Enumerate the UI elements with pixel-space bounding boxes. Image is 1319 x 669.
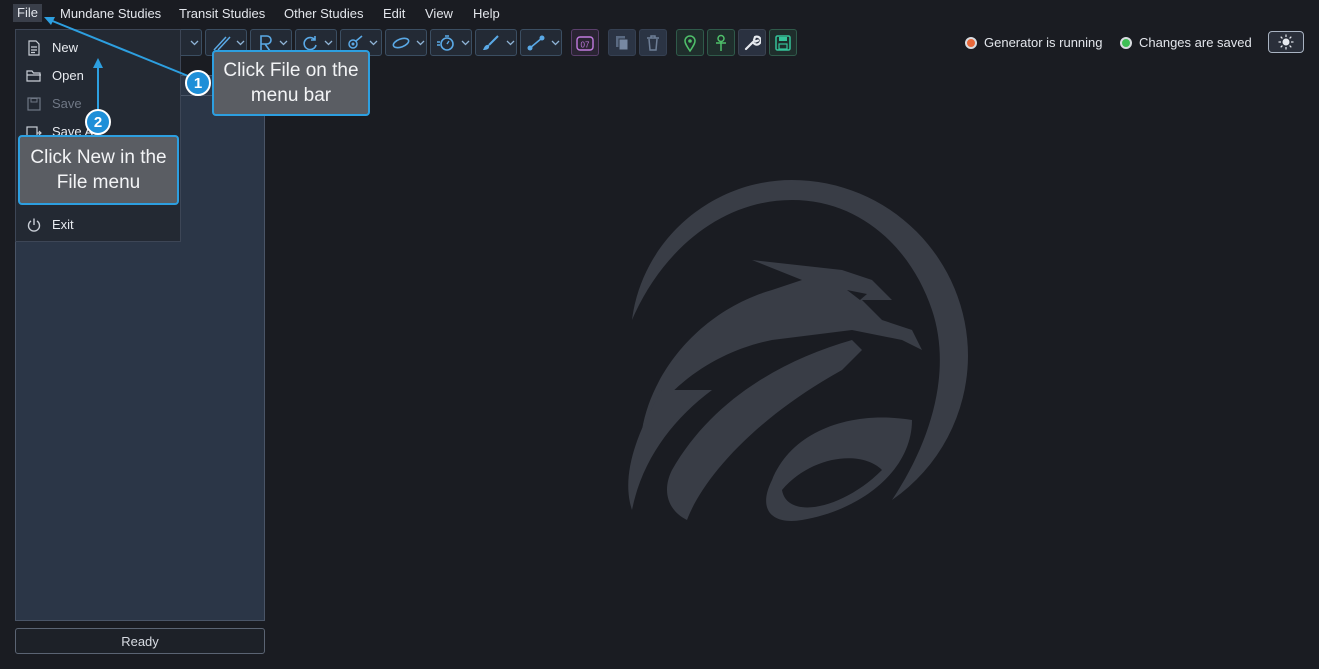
stopwatch-icon (437, 34, 454, 51)
toolbar-ankh-button[interactable] (707, 29, 735, 56)
menu-view[interactable]: View (425, 6, 453, 21)
file-menu-open-label: Open (52, 68, 84, 83)
menu-edit[interactable]: Edit (383, 6, 405, 21)
target-icon (348, 34, 363, 49)
toolbar-save-button[interactable] (769, 29, 797, 56)
chevron-down-icon (236, 40, 245, 45)
chevron-down-icon (324, 40, 333, 45)
wrench-icon (744, 35, 761, 50)
file-menu-save-label: Save (52, 96, 82, 111)
menu-transit-studies[interactable]: Transit Studies (179, 6, 265, 21)
ankh-icon (716, 34, 726, 51)
generator-status: Generator is running (965, 35, 1103, 50)
sun-icon (1278, 34, 1294, 50)
chevron-down-icon (506, 40, 515, 45)
toolbar-brush-button[interactable] (475, 29, 517, 56)
generator-status-icon (965, 36, 977, 49)
file-menu-new-label: New (52, 40, 79, 55)
power-icon (27, 218, 41, 232)
toolbar-settings-button[interactable] (738, 29, 766, 56)
changes-status: Changes are saved (1120, 35, 1252, 50)
file-menu-exit-label: Exit (52, 217, 74, 232)
chevron-down-icon (416, 40, 425, 45)
node-link-icon (527, 35, 545, 50)
toolbar-timer-button[interactable] (430, 29, 472, 56)
toolbar-location-button[interactable] (676, 29, 704, 56)
menu-file[interactable]: File (13, 4, 42, 22)
file-menu-exit[interactable]: Exit (16, 213, 180, 235)
chevron-down-icon (551, 40, 560, 45)
chevron-down-icon (461, 40, 470, 45)
copy-icon (616, 35, 629, 50)
changes-status-icon (1120, 36, 1132, 49)
changes-status-label: Changes are saved (1139, 35, 1252, 50)
theme-toggle-button[interactable] (1268, 31, 1304, 53)
brush-icon (483, 34, 499, 50)
menu-other-studies[interactable]: Other Studies (284, 6, 364, 21)
chevron-down-icon (369, 40, 378, 45)
callout-step-1: Click File on the menu bar (212, 50, 370, 116)
eagle-logo (628, 180, 968, 521)
chevron-down-icon (279, 40, 288, 45)
save-icon (27, 97, 41, 111)
toolbar-delete-button[interactable] (639, 29, 667, 56)
parallel-lines-icon (213, 35, 231, 51)
file-menu-new[interactable]: New (16, 36, 180, 58)
status-ready: Ready (15, 628, 265, 654)
callout-step-1-badge: 1 (185, 70, 211, 96)
calendar-icon: 07 (576, 35, 594, 51)
trash-icon (647, 34, 659, 51)
file-menu-open[interactable]: Open (16, 64, 180, 86)
chevron-down-icon (190, 40, 199, 45)
callout-step-2-badge: 2 (85, 109, 111, 135)
retrograde-icon (260, 34, 272, 51)
toolbar-copy-button[interactable] (608, 29, 636, 56)
toolbar-orbit-button[interactable] (385, 29, 427, 56)
generator-status-label: Generator is running (984, 35, 1103, 50)
menu-bar: File Mundane Studies Transit Studies Oth… (0, 0, 1319, 28)
toolbar-connect-button[interactable] (520, 29, 562, 56)
save-icon (775, 34, 791, 51)
menu-help[interactable]: Help (473, 6, 500, 21)
menu-mundane-studies[interactable]: Mundane Studies (60, 6, 161, 21)
calendar-day: 07 (581, 40, 590, 49)
callout-step-2: Click New in the File menu (18, 135, 179, 205)
refresh-icon (303, 35, 317, 50)
new-file-icon (28, 40, 40, 56)
toolbar-calendar-button[interactable]: 07 (571, 29, 599, 56)
orbit-icon (392, 37, 410, 48)
folder-open-icon (26, 70, 41, 82)
map-pin-icon (684, 34, 696, 52)
